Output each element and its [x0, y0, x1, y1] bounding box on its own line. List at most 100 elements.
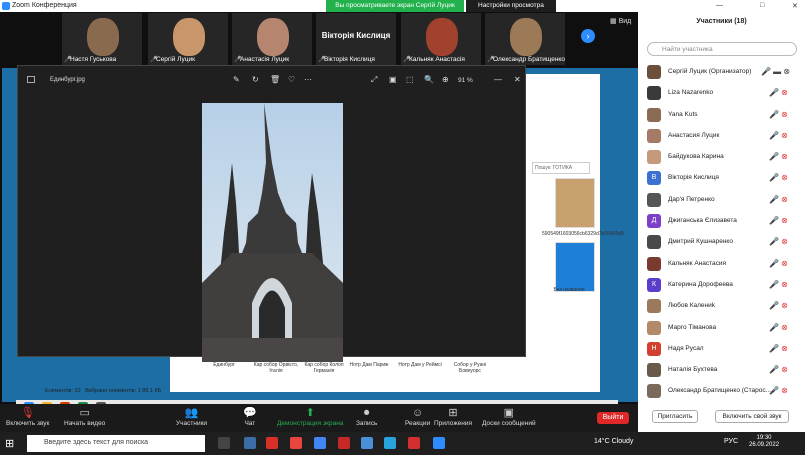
next-page-chevron-icon[interactable]: ›: [581, 29, 595, 43]
toolbar-label: Приложения: [434, 420, 473, 427]
participant-status-icon: 🎤 ⊗: [769, 301, 788, 311]
leave-meeting-button[interactable]: Выйти: [597, 412, 629, 424]
video-thumbnail[interactable]: 🎤 Олександр Братищенко: [485, 13, 565, 65]
unmute-self-button[interactable]: Включить свой звук: [715, 410, 789, 423]
fit-icon[interactable]: ⬚: [406, 75, 414, 84]
fullscreen-icon[interactable]: ⤢: [371, 75, 377, 85]
invite-button[interactable]: Пригласить: [652, 410, 698, 423]
explorer-file-thumbnail[interactable]: [555, 242, 595, 292]
toolbar-label: Запись: [356, 420, 378, 427]
participant-avatar: [647, 192, 661, 207]
toolbar-button[interactable]: ▣ Доски сообщений: [482, 406, 536, 427]
participant-face: [87, 18, 119, 56]
minimize-icon[interactable]: —: [716, 2, 723, 9]
close-icon[interactable]: ✕: [514, 75, 521, 84]
toolbar-button[interactable]: ⊞ Приложения: [434, 406, 472, 427]
taskbar-clock[interactable]: 19:30 26.09.2022: [749, 435, 779, 449]
toolbar-label: Реакции: [405, 420, 431, 427]
video-thumbnail[interactable]: Вікторія Кислиця 🎤 Вікторія Кислиця: [316, 13, 396, 65]
zoom-level: 91 %: [458, 77, 473, 84]
participant-row[interactable]: Yana Kuts 🎤 ⊗: [638, 105, 805, 126]
participant-face: [173, 18, 205, 56]
weather-widget[interactable]: 14°C Cloudy: [594, 438, 633, 445]
window-title: Zoom Конференция: [12, 2, 77, 9]
explorer-file-label: Нотр Дам Париж: [349, 362, 389, 368]
delete-icon[interactable]: 🗑: [270, 75, 280, 84]
toolbar-icon: ▣: [503, 407, 515, 419]
participant-row[interactable]: Liza Nazarenko 🎤 ⊗: [638, 83, 805, 104]
toolbar-button[interactable]: ⏺ Запись: [356, 406, 377, 427]
explorer-file-thumbnail[interactable]: [555, 178, 595, 228]
toolbar-button[interactable]: ☺ Реакции: [405, 406, 430, 427]
participant-row[interactable]: Байдукова Карина 🎤 ⊗: [638, 147, 805, 168]
participant-row[interactable]: Наталія Бухтева 🎤 ⊗: [638, 360, 805, 381]
favorite-icon[interactable]: ♡: [288, 75, 295, 84]
task-view-icon[interactable]: [218, 437, 230, 449]
pdf-icon[interactable]: [408, 437, 420, 449]
minimize-icon[interactable]: —: [494, 75, 502, 84]
participant-avatar: В: [647, 171, 661, 186]
participant-row[interactable]: Марго Тіманова 🎤 ⊗: [638, 318, 805, 339]
participant-row[interactable]: Н Надя Русал 🎤 ⊗: [638, 339, 805, 360]
scott-monument-photo: [202, 103, 343, 362]
rotate-icon[interactable]: ↻: [252, 75, 259, 84]
toolbar-button[interactable]: 🎙 Включить звук: [6, 406, 49, 427]
acrobat-icon[interactable]: [338, 437, 350, 449]
app-icon[interactable]: [361, 437, 373, 449]
edit-icon[interactable]: ✎: [233, 75, 240, 84]
telegram-icon[interactable]: [384, 437, 396, 449]
toolbar-icon: 🎙: [20, 407, 35, 419]
more-icon[interactable]: ⋯: [304, 75, 312, 84]
toolbar-icon: 💬: [243, 407, 257, 419]
slideshow-icon[interactable]: ▣: [389, 75, 397, 84]
app-icon[interactable]: [290, 437, 302, 449]
toolbar-button[interactable]: ⬆ Демонстрация экрана: [277, 406, 343, 427]
participant-status-icon: 🎤 ⊗: [769, 279, 788, 289]
toolbar-icon: 👥: [184, 407, 199, 419]
input-language[interactable]: РУС: [724, 438, 738, 445]
toolbar-button[interactable]: 👥 Участники: [176, 406, 207, 427]
maximize-icon[interactable]: □: [760, 2, 764, 9]
participant-status-icon: 🎤 ⊗: [769, 88, 788, 98]
toolbar-label: Начать видео: [64, 420, 106, 427]
participant-row[interactable]: К Катерина Дорофеева 🎤 ⊗: [638, 275, 805, 296]
participant-row[interactable]: Дар'я Петренко 🎤 ⊗: [638, 190, 805, 211]
zoom-icon[interactable]: [433, 437, 445, 449]
view-options-menu[interactable]: Настройки просмотра: [466, 0, 556, 12]
participant-row[interactable]: Дмитрий Кушнаренко 🎤 ⊗: [638, 232, 805, 253]
participant-row[interactable]: Олександр Братищенко (Старос... 🎤 ⊗: [638, 381, 805, 402]
toolbar-button[interactable]: ▭ Начать видео: [64, 406, 105, 427]
toolbar-icon: ⊞: [448, 407, 458, 419]
chrome-icon[interactable]: [314, 437, 326, 449]
toolbar-button[interactable]: 💬 Чат: [243, 406, 257, 427]
file-explorer-icon[interactable]: [244, 437, 256, 449]
zoom-in-icon[interactable]: ⊕: [442, 75, 449, 84]
close-icon[interactable]: ✕: [792, 2, 798, 10]
thumbnail-name: Вікторія Кислиця: [324, 56, 375, 63]
windows-start-icon[interactable]: ⊞: [5, 437, 14, 450]
participant-row[interactable]: Сергій Луцик (Организатор) 🎤 ▬ ⊗: [638, 62, 805, 83]
video-thumbnail[interactable]: 🎤 Анастасія Луцик: [232, 13, 312, 65]
video-thumbnail[interactable]: 🎤 Сергій Луцик: [148, 13, 228, 65]
participant-row[interactable]: В Вікторія Кислиця 🎤 ⊗: [638, 168, 805, 189]
video-thumbnail[interactable]: 🎤 Кальняк Анастасія: [401, 13, 481, 65]
toolbar-icon: ⏺: [363, 407, 370, 419]
video-thumbnail[interactable]: 🎤 Настя Гуськова: [62, 13, 142, 65]
participant-row[interactable]: Любов Калениk 🎤 ⊗: [638, 296, 805, 317]
active-speaker-name: Вікторія Кислиця: [321, 31, 391, 40]
participant-row[interactable]: Кальняк Анастасия 🎤 ⊗: [638, 254, 805, 275]
participant-avatar: Д: [647, 214, 661, 229]
zoom-out-icon[interactable]: 🔍: [424, 75, 434, 84]
photo-file-name: Единбург.jpg: [50, 77, 85, 83]
app-icon[interactable]: [266, 437, 278, 449]
view-button[interactable]: ▦ Вид: [610, 17, 631, 25]
participant-search-input[interactable]: Найти участника: [647, 42, 797, 56]
participant-row[interactable]: Анастасия Луцик 🎤 ⊗: [638, 126, 805, 147]
participant-status-icon: 🎤 ⊗: [769, 365, 788, 375]
explorer-search-input[interactable]: Пошук: ГОТИКА: [532, 162, 590, 174]
participant-name: Дар'я Петренко: [668, 195, 715, 203]
participant-name: Олександр Братищенко (Старос...: [668, 387, 772, 395]
taskbar-search-input[interactable]: Введите здесь текст для поиска: [27, 435, 205, 452]
participant-row[interactable]: Д Джиганська Єлизавета 🎤 ⊗: [638, 211, 805, 232]
participant-avatar: [647, 65, 661, 79]
